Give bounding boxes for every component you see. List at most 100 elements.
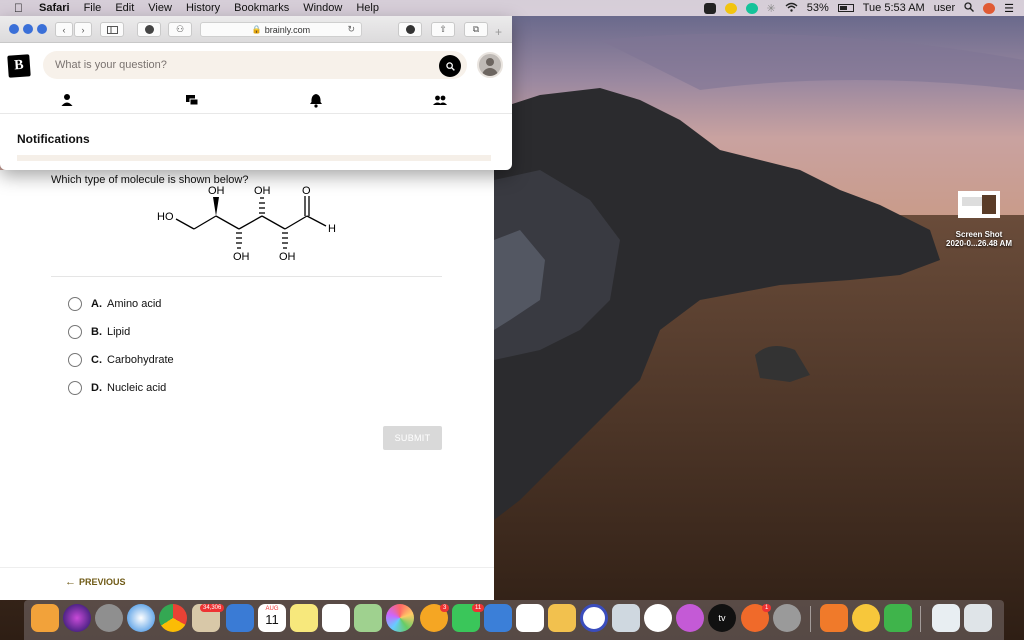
- close-window-icon[interactable]: [9, 24, 19, 34]
- numbers-icon[interactable]: [516, 604, 544, 632]
- menu-app-name[interactable]: Safari: [32, 2, 77, 14]
- menu-bookmarks[interactable]: Bookmarks: [227, 2, 296, 14]
- label-ho: HO: [157, 211, 174, 223]
- system-preferences-icon[interactable]: [773, 604, 801, 632]
- safari-dock-icon[interactable]: [127, 604, 155, 632]
- reload-icon[interactable]: ↻: [347, 24, 355, 35]
- lightning-app-icon[interactable]: [884, 604, 912, 632]
- option-c[interactable]: C. Carbohydrate: [68, 353, 174, 367]
- radio-button[interactable]: [68, 381, 82, 395]
- option-d[interactable]: D. Nucleic acid: [68, 381, 166, 395]
- minimize-window-icon[interactable]: [23, 24, 33, 34]
- option-label: Amino acid: [107, 298, 162, 310]
- forward-button[interactable]: ›: [74, 22, 92, 37]
- brainly-logo[interactable]: B: [7, 54, 31, 78]
- grammarly-extension-icon[interactable]: [137, 22, 161, 37]
- calendar-icon[interactable]: AUG 11: [258, 604, 286, 632]
- norton-app-icon[interactable]: [852, 604, 880, 632]
- norton-icon[interactable]: [724, 2, 737, 14]
- menu-file[interactable]: File: [77, 2, 109, 14]
- label-h: H: [328, 223, 336, 235]
- photos-icon[interactable]: [386, 604, 414, 632]
- notes-icon[interactable]: [290, 604, 318, 632]
- apple-menu-icon[interactable]: : [0, 1, 32, 15]
- zoom-status-icon[interactable]: [703, 2, 716, 14]
- battery-icon[interactable]: [837, 4, 854, 12]
- siri-dock-icon[interactable]: [63, 604, 91, 632]
- notification-center-icon[interactable]: ☰: [1004, 2, 1014, 15]
- launchpad-icon[interactable]: [95, 604, 123, 632]
- file-thumbnail: [958, 191, 1000, 218]
- download-icon[interactable]: [398, 22, 422, 37]
- mail-badge: 34,306: [200, 604, 225, 612]
- battery-percent[interactable]: 53%: [807, 2, 829, 14]
- label-o: O: [302, 185, 311, 197]
- menu-bar:  Safari File Edit View History Bookmark…: [0, 0, 1024, 16]
- preview-icon[interactable]: [612, 604, 640, 632]
- menu-help[interactable]: Help: [349, 2, 386, 14]
- chrome-icon[interactable]: [159, 604, 187, 632]
- menu-edit[interactable]: Edit: [108, 2, 141, 14]
- apple-tv-icon[interactable]: tv: [708, 604, 736, 632]
- menu-view[interactable]: View: [141, 2, 179, 14]
- facetime-badge: 11: [472, 604, 485, 612]
- search-icon[interactable]: [439, 55, 461, 77]
- tv-label: tv: [718, 613, 726, 623]
- divider: [51, 276, 442, 277]
- zoom-app-icon[interactable]: [820, 604, 848, 632]
- radio-button[interactable]: [68, 297, 82, 311]
- siri-icon[interactable]: [983, 2, 996, 14]
- address-bar[interactable]: 🔒 brainly.com ↻: [200, 22, 362, 37]
- option-label: Carbohydrate: [107, 354, 174, 366]
- label-oh-3: OH: [233, 251, 250, 263]
- new-tab-icon[interactable]: +: [495, 25, 502, 39]
- tabs-overview-icon[interactable]: ⧉: [464, 22, 488, 37]
- previous-button[interactable]: ← PREVIOUS: [65, 576, 126, 588]
- news-icon[interactable]: [580, 604, 608, 632]
- user-menu[interactable]: user: [934, 2, 955, 14]
- zoom-window-icon[interactable]: [37, 24, 47, 34]
- podcasts-icon[interactable]: [676, 604, 704, 632]
- option-a[interactable]: A. Amino acid: [68, 297, 161, 311]
- reminders-icon[interactable]: [322, 604, 350, 632]
- clock[interactable]: Tue 5:53 AM: [863, 2, 925, 14]
- menu-history[interactable]: History: [179, 2, 227, 14]
- downloads-stack-icon[interactable]: [932, 604, 960, 632]
- notifications-bell-icon[interactable]: [308, 92, 324, 108]
- submit-button[interactable]: SUBMIT: [383, 426, 442, 450]
- wifi-icon[interactable]: [785, 2, 798, 15]
- music-icon[interactable]: [644, 604, 672, 632]
- keynote-icon[interactable]: [548, 604, 576, 632]
- avatar[interactable]: [477, 52, 503, 78]
- option-letter: A.: [91, 298, 102, 310]
- spotlight-icon[interactable]: [964, 1, 975, 15]
- bluetooth-icon[interactable]: ✳: [767, 2, 776, 15]
- sidebar-button[interactable]: [100, 22, 124, 37]
- radio-button[interactable]: [68, 353, 82, 367]
- share-icon[interactable]: ⇧: [431, 22, 455, 37]
- messages-icon[interactable]: [184, 92, 200, 108]
- desktop-screenshot-file[interactable]: Screen Shot 2020-0...26.48 AM: [936, 191, 1022, 248]
- previous-label: PREVIOUS: [79, 577, 126, 587]
- profile-icon[interactable]: [59, 92, 75, 108]
- search-input[interactable]: [43, 51, 467, 79]
- question-page: Which type of molecule is shown below? O…: [0, 170, 494, 600]
- trash-icon[interactable]: [964, 604, 992, 632]
- option-b[interactable]: B. Lipid: [68, 325, 130, 339]
- grammarly-icon[interactable]: [745, 2, 758, 14]
- browser-toolbar: ‹ › ⚇ 🔒 brainly.com ↻ ⇧ ⧉ +: [0, 16, 512, 43]
- back-button[interactable]: ‹: [55, 22, 73, 37]
- accessibility-extension-icon[interactable]: ⚇: [168, 22, 192, 37]
- dock-separator: [810, 606, 811, 632]
- notebook-icon[interactable]: [226, 604, 254, 632]
- site-header: B: [0, 43, 512, 87]
- site-nav: [0, 87, 512, 114]
- lock-icon: 🔒: [251, 25, 262, 34]
- pages-icon[interactable]: [484, 604, 512, 632]
- radio-button[interactable]: [68, 325, 82, 339]
- friends-icon[interactable]: [432, 92, 448, 108]
- option-label: Nucleic acid: [107, 382, 167, 394]
- menu-window[interactable]: Window: [296, 2, 349, 14]
- maps-icon[interactable]: [354, 604, 382, 632]
- finder-icon[interactable]: [31, 604, 59, 632]
